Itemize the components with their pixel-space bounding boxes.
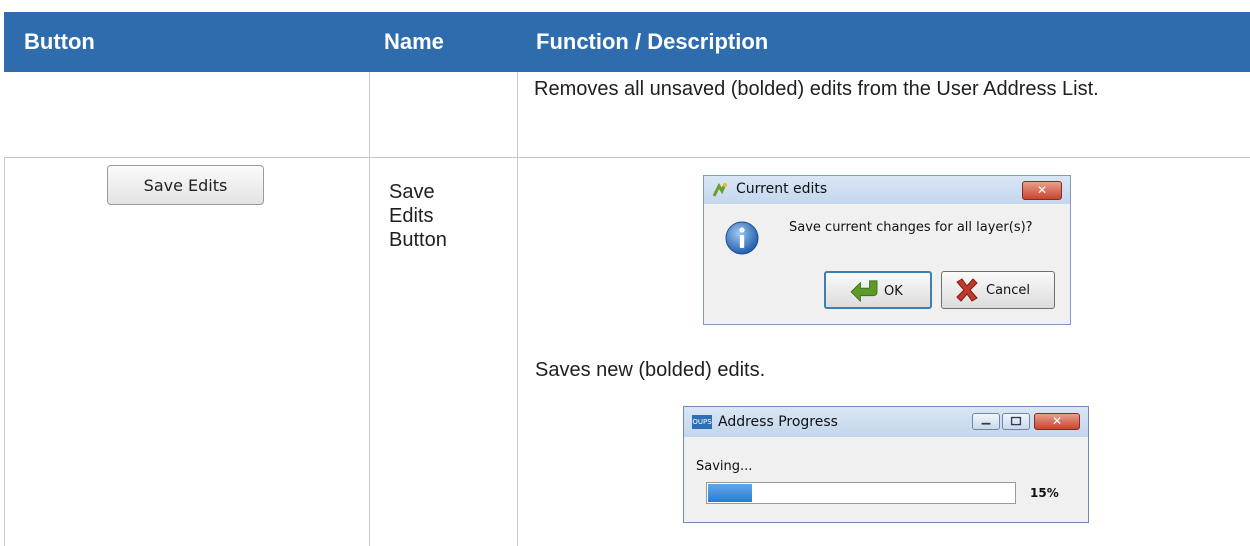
column-divider: [369, 72, 370, 546]
name-line: Button: [389, 229, 447, 251]
info-icon: [725, 221, 759, 255]
dialog-titlebar[interactable]: Current edits ✕: [704, 176, 1070, 204]
row-divider: [4, 157, 1250, 158]
dialog-title: Address Progress: [718, 414, 838, 430]
row2-name: Save Edits Button: [389, 180, 447, 252]
table-left-border: [4, 158, 5, 546]
dialog-title: Current edits: [736, 181, 828, 197]
close-icon: ✕: [1051, 414, 1063, 428]
app-icon: [712, 182, 727, 197]
ok-arrow-icon: [850, 280, 878, 303]
dialog-titlebar[interactable]: OUPS Address Progress ✕: [684, 407, 1088, 437]
close-button[interactable]: ✕: [1022, 181, 1062, 200]
document-page: Button Name Function / Description Remov…: [0, 0, 1250, 546]
cancel-button-label: Cancel: [986, 283, 1031, 298]
address-progress-dialog: OUPS Address Progress ✕ Saving... 15%: [683, 406, 1089, 523]
header-function-description: Function / Description: [536, 29, 769, 54]
name-line: Edits: [389, 205, 434, 227]
minimize-icon: [981, 422, 991, 425]
row1-description: Removes all unsaved (bolded) edits from …: [534, 78, 1099, 100]
app-icon: OUPS: [692, 415, 712, 429]
ok-button[interactable]: OK: [824, 271, 932, 309]
progress-percent: 15%: [1030, 486, 1059, 500]
save-edits-button[interactable]: Save Edits: [107, 165, 264, 205]
column-divider: [517, 72, 518, 546]
maximize-icon: [1010, 416, 1022, 426]
close-button[interactable]: ✕: [1034, 413, 1080, 430]
row2-description: Saves new (bolded) edits.: [535, 359, 766, 381]
name-line: Save: [389, 181, 435, 203]
cancel-x-icon: [956, 278, 978, 302]
current-edits-dialog: Current edits ✕ Save current changes for…: [703, 175, 1071, 325]
progress-status: Saving...: [696, 459, 753, 474]
minimize-button[interactable]: [972, 413, 1000, 430]
maximize-button[interactable]: [1002, 413, 1030, 430]
header-name: Name: [384, 29, 444, 54]
cancel-button[interactable]: Cancel: [941, 271, 1055, 309]
save-edits-button-label: Save Edits: [143, 175, 228, 195]
header-button: Button: [24, 29, 95, 54]
close-icon: ✕: [1036, 183, 1048, 197]
progress-bar-fill: [708, 484, 753, 502]
dialog-message: Save current changes for all layer(s)?: [789, 220, 1033, 235]
progress-bar: [706, 482, 1016, 504]
ok-button-label: OK: [884, 284, 903, 299]
table-header-row: Button Name Function / Description: [4, 12, 1250, 72]
